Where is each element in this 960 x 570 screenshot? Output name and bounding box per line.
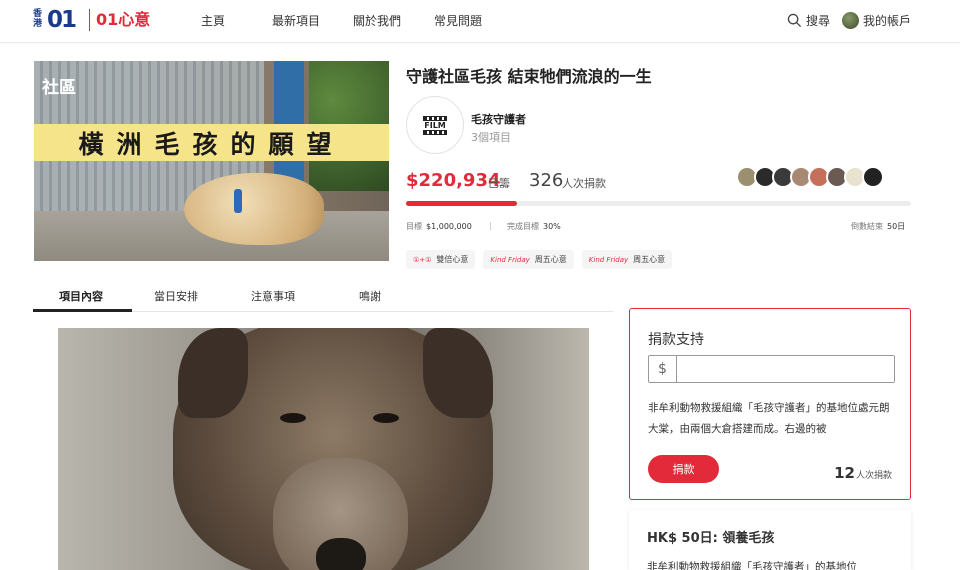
campaign-tags: ①+① 雙倍心意 Kind Friday 周五心意 Kind Friday 周五… bbox=[406, 250, 673, 269]
donor-suffix: 人次捐款 bbox=[562, 177, 606, 190]
donate-count: 12人次捐款 bbox=[834, 464, 892, 482]
project-tabs: 項目內容 當日安排 注意事項 鳴謝 bbox=[33, 285, 613, 312]
cover-corner-tag: 社區 bbox=[42, 78, 76, 98]
reward-title: HK$ 50日: 領養毛孩 bbox=[647, 531, 775, 546]
top-header: 香港 01 01心意 主頁 最新項目 關於我們 常見問題 搜尋 我的帳戶 bbox=[0, 0, 960, 43]
completion-value: 30% bbox=[543, 222, 561, 231]
account-button[interactable]: 我的帳戶 bbox=[842, 10, 911, 30]
donate-panel: 捐款支持 $ 非牟利動物救援組織「毛孩守護者」的基地位處元朗大棠，由兩個大倉搭建… bbox=[629, 308, 911, 500]
reward-card[interactable]: HK$ 50日: 領養毛孩 非牟利動物救援組織「毛孩守護者」的基地位 bbox=[629, 510, 911, 570]
account-label: 我的帳戶 bbox=[863, 13, 912, 28]
cover-banner-text: 橫洲毛孩的願望 bbox=[78, 129, 345, 159]
cover-banner: 橫洲毛孩的願望 bbox=[34, 124, 389, 161]
hk01-logo[interactable]: 01 bbox=[47, 7, 77, 33]
countdown-info: 倒數結束 50日 bbox=[851, 222, 906, 231]
org-name[interactable]: 毛孩守護者 bbox=[471, 111, 526, 127]
avatar bbox=[842, 11, 859, 29]
tab-project-content[interactable]: 項目內容 bbox=[59, 288, 103, 304]
countdown-value: 50日 bbox=[887, 222, 906, 231]
search-icon bbox=[787, 13, 802, 27]
tag-kind-friday[interactable]: Kind Friday 周五心意 bbox=[483, 250, 574, 269]
reward-description: 非牟利動物救援組織「毛孩守護者」的基地位 bbox=[647, 561, 857, 570]
goal-value: $1,000,000 bbox=[426, 222, 472, 231]
tab-notes[interactable]: 注意事項 bbox=[251, 288, 295, 304]
donate-title: 捐款支持 bbox=[648, 332, 704, 348]
completion-info: 完成目標 30% bbox=[507, 222, 561, 231]
film-icon: FILM bbox=[422, 114, 448, 136]
donate-button[interactable]: 捐款 bbox=[648, 455, 719, 483]
nav-latest-projects[interactable]: 最新項目 bbox=[272, 12, 320, 29]
nav-faq[interactable]: 常見問題 bbox=[434, 12, 482, 29]
kind-friday-icon: Kind Friday bbox=[490, 255, 530, 264]
meta-divider: | bbox=[489, 221, 492, 230]
org-project-count: 3個項目 bbox=[471, 131, 511, 144]
donor-count: 326 bbox=[529, 170, 564, 191]
progress-fill bbox=[406, 201, 518, 206]
currency-symbol: $ bbox=[649, 356, 677, 382]
tab-day-schedule[interactable]: 當日安排 bbox=[154, 288, 198, 304]
nav-home[interactable]: 主頁 bbox=[201, 12, 225, 29]
logo-divider bbox=[89, 9, 90, 31]
project-title: 守護社區毛孩 結束牠們流浪的一生 bbox=[406, 67, 652, 86]
tag-double-kindness[interactable]: ①+① 雙倍心意 bbox=[406, 250, 476, 269]
donate-description: 非牟利動物救援組織「毛孩守護者」的基地位處元朗大棠，由兩個大倉搭建而成。右邊的被 bbox=[648, 402, 890, 435]
search-button[interactable]: 搜尋 bbox=[787, 10, 830, 30]
search-label: 搜尋 bbox=[806, 13, 831, 28]
tag-kind-friday[interactable]: Kind Friday 周五心意 bbox=[581, 250, 673, 269]
heart-logo[interactable]: 01心意 bbox=[96, 8, 150, 32]
amount-raised: $220,934 bbox=[406, 170, 501, 191]
avatar bbox=[862, 166, 884, 188]
progress-bar bbox=[406, 201, 911, 206]
donor-avatars bbox=[736, 166, 884, 190]
tab-acknowledgements[interactable]: 鳴謝 bbox=[359, 288, 381, 304]
goal-info: 目標 $1,000,000 bbox=[406, 222, 472, 231]
org-logo[interactable]: FILM bbox=[406, 96, 464, 154]
double-kindness-icon: ①+① bbox=[413, 255, 432, 264]
content-image-dog bbox=[58, 328, 589, 570]
nav-about-us[interactable]: 關於我們 bbox=[353, 12, 401, 29]
amount-suffix: 已籌 bbox=[488, 177, 510, 190]
sleeping-dog-graphic bbox=[184, 173, 324, 245]
donate-amount-field: $ bbox=[648, 355, 895, 383]
donate-amount-input[interactable] bbox=[677, 356, 894, 382]
active-tab-indicator bbox=[33, 309, 132, 312]
logo-region-text[interactable]: 香港 bbox=[33, 9, 45, 29]
kind-friday-icon: Kind Friday bbox=[588, 255, 629, 264]
project-cover-image: 社區 橫洲毛孩的願望 bbox=[34, 61, 389, 261]
